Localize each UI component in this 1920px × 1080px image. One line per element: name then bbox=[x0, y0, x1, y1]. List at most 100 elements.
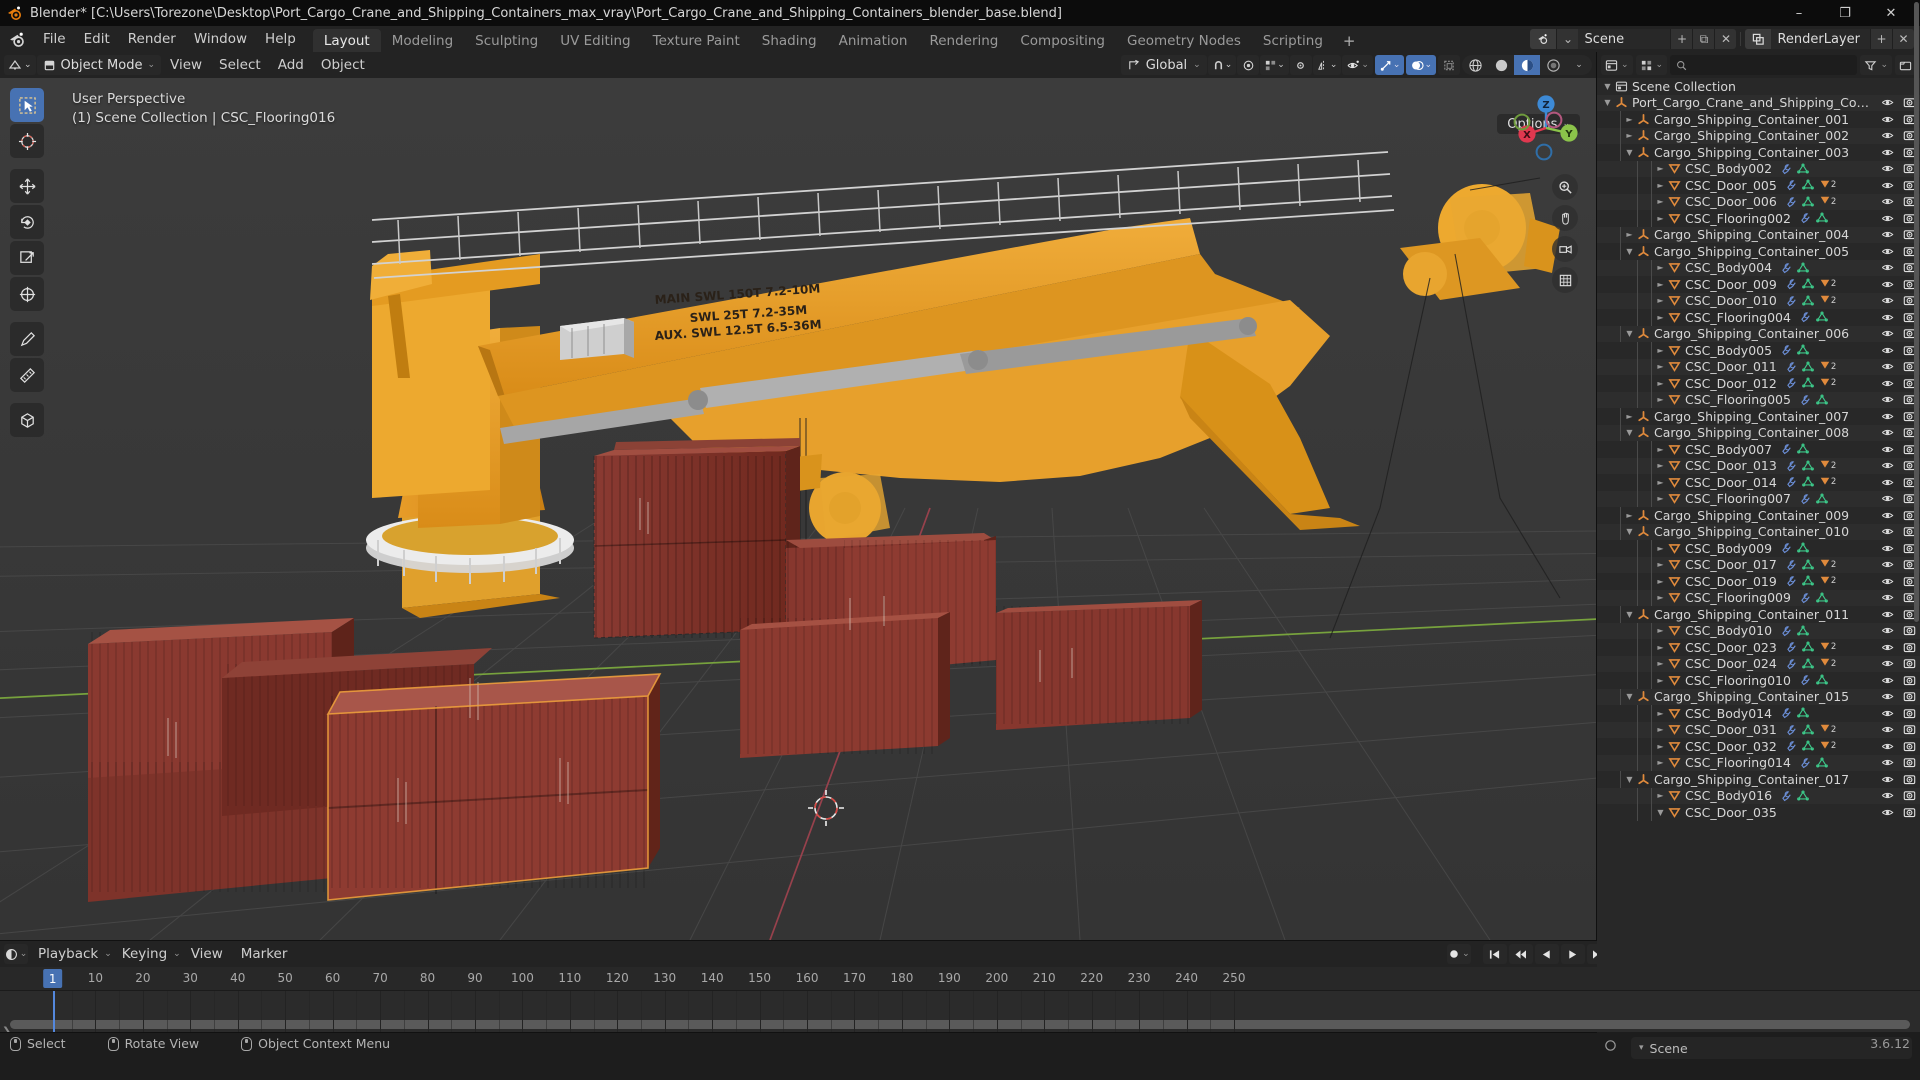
mesh-data-icon[interactable] bbox=[1797, 542, 1809, 554]
shading-dropdown-icon[interactable]: ⌄ bbox=[1566, 55, 1592, 75]
outliner-row[interactable]: ▼ Cargo_Shipping_Container_015 bbox=[1597, 688, 1920, 705]
disclosure-triangle-icon[interactable]: ► bbox=[1654, 758, 1667, 767]
disclosure-triangle-icon[interactable]: ▼ bbox=[1623, 148, 1636, 157]
tab-texture-paint[interactable]: Texture Paint bbox=[642, 29, 751, 52]
hide-in-viewport-icon[interactable] bbox=[1881, 245, 1894, 258]
hide-in-viewport-icon[interactable] bbox=[1881, 723, 1894, 736]
outliner-row[interactable]: ▼ Port_Cargo_Crane_and_Shipping_Contain bbox=[1597, 94, 1920, 111]
modifier-icon[interactable] bbox=[1799, 592, 1811, 604]
new-scene-button[interactable]: + bbox=[1670, 29, 1693, 49]
outliner-row[interactable]: ► CSC_Flooring009 bbox=[1597, 589, 1920, 606]
menu-file[interactable]: File bbox=[34, 26, 75, 52]
modifier-icon[interactable] bbox=[1799, 212, 1811, 224]
tab-rendering[interactable]: Rendering bbox=[918, 29, 1009, 52]
hide-in-viewport-icon[interactable] bbox=[1881, 509, 1894, 522]
tool-measure[interactable] bbox=[10, 358, 44, 392]
disclosure-triangle-icon[interactable]: ► bbox=[1654, 791, 1667, 800]
snap-target-button[interactable] bbox=[1289, 55, 1312, 75]
hide-in-viewport-icon[interactable] bbox=[1881, 393, 1894, 406]
outliner-row[interactable]: ► Cargo_Shipping_Container_009 bbox=[1597, 507, 1920, 524]
disable-in-renders-icon[interactable] bbox=[1903, 789, 1916, 802]
disclosure-triangle-icon[interactable]: ▼ bbox=[1601, 82, 1614, 91]
outliner-row[interactable]: ► Cargo_Shipping_Container_002 bbox=[1597, 127, 1920, 144]
jump-to-start-button[interactable] bbox=[1482, 944, 1507, 964]
app-menu-logo-icon[interactable] bbox=[0, 26, 34, 52]
modifier-icon[interactable] bbox=[1785, 361, 1797, 373]
mesh-data-icon[interactable] bbox=[1797, 344, 1809, 356]
outliner-row[interactable]: ► CSC_Door_024 2 bbox=[1597, 655, 1920, 672]
hide-in-viewport-icon[interactable] bbox=[1881, 294, 1894, 307]
tab-scripting[interactable]: Scripting bbox=[1252, 29, 1334, 52]
mesh-data-icon[interactable] bbox=[1816, 493, 1828, 505]
mirror-button[interactable]: ⌄ bbox=[1312, 55, 1342, 75]
mesh-data-icon[interactable] bbox=[1816, 311, 1828, 323]
hide-in-viewport-icon[interactable] bbox=[1881, 443, 1894, 456]
tool-scale[interactable] bbox=[10, 241, 44, 275]
toggle-orthographic-icon[interactable] bbox=[1552, 267, 1578, 293]
play-reverse-button[interactable] bbox=[1534, 944, 1559, 964]
remove-view-layer-button[interactable]: ✕ bbox=[1892, 29, 1914, 49]
disclosure-triangle-icon[interactable]: ► bbox=[1654, 742, 1667, 751]
disable-in-renders-icon[interactable] bbox=[1903, 674, 1916, 687]
hide-in-viewport-icon[interactable] bbox=[1881, 410, 1894, 423]
outliner-editor-type-button[interactable]: ⌄ bbox=[1601, 55, 1633, 75]
modifier-icon[interactable] bbox=[1799, 674, 1811, 686]
disclosure-triangle-icon[interactable]: ► bbox=[1623, 131, 1636, 140]
viewport-menu-view[interactable]: View bbox=[162, 55, 210, 75]
mesh-data-icon[interactable] bbox=[1801, 559, 1814, 571]
hide-in-viewport-icon[interactable] bbox=[1881, 773, 1894, 786]
play-button[interactable] bbox=[1560, 944, 1585, 964]
mesh-data-icon[interactable] bbox=[1801, 361, 1814, 373]
timeline-menu-view[interactable]: View bbox=[183, 944, 231, 964]
delete-scene-button[interactable]: ✕ bbox=[1714, 29, 1737, 49]
viewport-canvas[interactable]: MAIN SWL 150T 7.2-10M SWL 25T 7.2-35M AU… bbox=[0, 78, 1596, 940]
shading-solid-button[interactable] bbox=[1488, 55, 1514, 75]
outliner-row[interactable]: ► CSC_Body016 bbox=[1597, 787, 1920, 804]
outliner-row[interactable]: ► CSC_Body010 bbox=[1597, 622, 1920, 639]
timeline-menu-marker[interactable]: Marker bbox=[233, 944, 296, 964]
outliner-row[interactable]: ▼ Cargo_Shipping_Container_005 bbox=[1597, 243, 1920, 260]
modifier-icon[interactable] bbox=[1785, 658, 1797, 670]
child-objects-icon[interactable]: 2 bbox=[1819, 458, 1836, 473]
hide-in-viewport-icon[interactable] bbox=[1881, 789, 1894, 802]
hide-in-viewport-icon[interactable] bbox=[1881, 740, 1894, 753]
disclosure-triangle-icon[interactable]: ► bbox=[1654, 362, 1667, 371]
show-gizmo-button[interactable]: ⌄ bbox=[1374, 55, 1405, 75]
hide-in-viewport-icon[interactable] bbox=[1881, 525, 1894, 538]
hide-in-viewport-icon[interactable] bbox=[1881, 575, 1894, 588]
disclosure-triangle-icon[interactable]: ► bbox=[1654, 445, 1667, 454]
timeline-horizontal-scrollbar[interactable] bbox=[10, 1020, 1910, 1029]
outliner-row[interactable]: ► CSC_Flooring005 bbox=[1597, 391, 1920, 408]
timeline-ruler[interactable]: 10 20 30 40 50 60 70 80 90 100 110 120 130 140 150 160 1… bbox=[0, 967, 1920, 991]
hide-in-viewport-icon[interactable] bbox=[1881, 690, 1894, 703]
outliner-row[interactable]: ► CSC_Body002 bbox=[1597, 160, 1920, 177]
hide-in-viewport-icon[interactable] bbox=[1881, 113, 1894, 126]
disclosure-triangle-icon[interactable]: ▼ bbox=[1623, 329, 1636, 338]
child-objects-icon[interactable]: 2 bbox=[1819, 359, 1836, 374]
outliner-row[interactable]: ► CSC_Door_011 2 bbox=[1597, 358, 1920, 375]
outliner-display-mode-button[interactable]: ⌄ bbox=[1635, 55, 1668, 75]
timeline-playhead-label[interactable]: 1 bbox=[42, 969, 63, 988]
outliner-row[interactable]: ► CSC_Door_031 2 bbox=[1597, 721, 1920, 738]
timeline-menu-playback[interactable]: Playback bbox=[30, 944, 106, 964]
mesh-data-icon[interactable] bbox=[1797, 443, 1809, 455]
mesh-data-icon[interactable] bbox=[1801, 460, 1814, 472]
tab-modeling[interactable]: Modeling bbox=[381, 29, 464, 52]
mesh-data-icon[interactable] bbox=[1801, 658, 1814, 670]
mesh-data-icon[interactable] bbox=[1816, 674, 1828, 686]
disable-in-renders-icon[interactable] bbox=[1903, 690, 1916, 703]
disclosure-triangle-icon[interactable]: ► bbox=[1623, 412, 1636, 421]
mesh-data-icon[interactable] bbox=[1801, 278, 1814, 290]
modifier-icon[interactable] bbox=[1785, 724, 1797, 736]
modifier-icon[interactable] bbox=[1780, 707, 1792, 719]
modifier-icon[interactable] bbox=[1780, 344, 1792, 356]
add-workspace-button[interactable]: + bbox=[1334, 29, 1365, 52]
outliner-row[interactable]: ► CSC_Door_010 2 bbox=[1597, 292, 1920, 309]
proportional-edit-button[interactable] bbox=[1237, 55, 1260, 75]
show-overlays-button[interactable]: ⌄ bbox=[1406, 55, 1436, 75]
outliner-row[interactable]: ▼ Cargo_Shipping_Container_006 bbox=[1597, 325, 1920, 342]
view-layer-name[interactable]: RenderLayer bbox=[1771, 32, 1870, 47]
modifier-icon[interactable] bbox=[1780, 790, 1792, 802]
previous-keyframe-button[interactable] bbox=[1508, 944, 1533, 964]
tool-tweak-select[interactable] bbox=[10, 88, 44, 122]
